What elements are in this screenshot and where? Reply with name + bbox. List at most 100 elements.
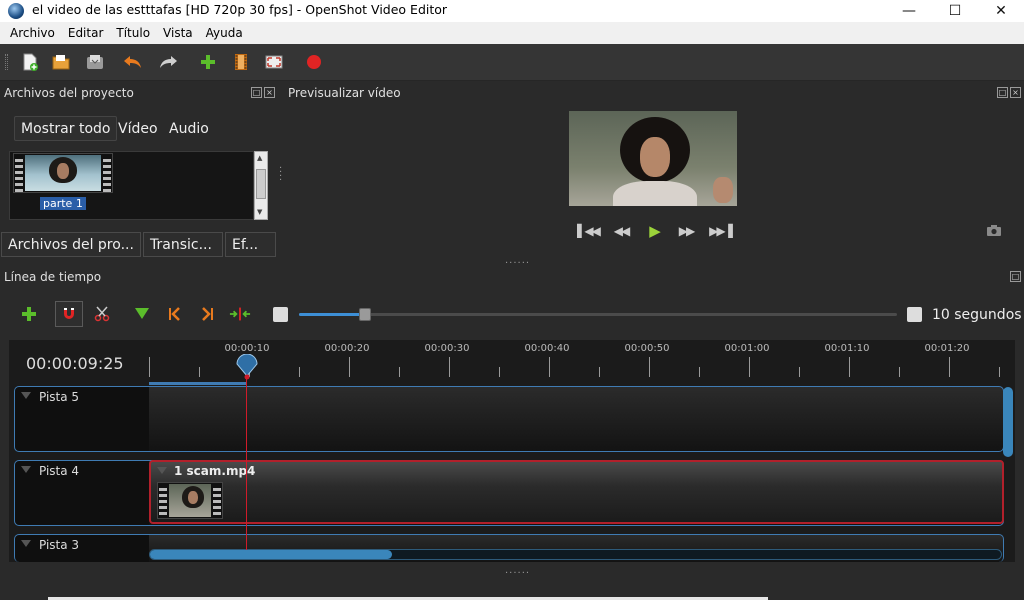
dock-close-icon[interactable]: × (264, 87, 275, 98)
menu-titulo[interactable]: Título (116, 26, 150, 40)
playhead-line (246, 378, 247, 550)
h-scroll-thumb[interactable] (150, 550, 392, 559)
filter-video[interactable]: Vídeo (112, 116, 164, 141)
clip-thumbnail (157, 482, 223, 519)
record-icon (307, 55, 321, 69)
ruler-label: 00:00:10 (224, 343, 270, 354)
fast-forward-button[interactable]: ▶▶ (676, 222, 696, 240)
open-folder-icon (52, 55, 70, 70)
previous-marker-icon (169, 307, 180, 321)
preview-float-icon[interactable]: □ (997, 87, 1008, 98)
toolbar-grip[interactable] (5, 54, 8, 70)
timeline-title: Línea de tiempo (4, 270, 102, 284)
rewind-button[interactable]: ◀◀ (611, 222, 631, 240)
ruler-tick (899, 367, 900, 377)
redo-button[interactable] (157, 51, 179, 73)
track-collapse-icon[interactable] (21, 466, 31, 473)
add-track-icon (22, 307, 36, 321)
timeline-float-icon[interactable]: □ (1010, 271, 1021, 282)
ruler-label: 00:01:00 (724, 343, 770, 354)
bottom-splitter-handle[interactable]: ······ (505, 568, 530, 579)
open-project-button[interactable] (50, 51, 72, 73)
new-project-button[interactable] (19, 51, 41, 73)
track-header[interactable]: Pista 3 (14, 534, 150, 562)
minimize-button[interactable]: — (886, 0, 932, 22)
timeline-clip[interactable]: 1 scam.mp4 (149, 460, 1004, 524)
snapshot-camera-icon[interactable] (986, 224, 1002, 236)
filter-show-all[interactable]: Mostrar todo (14, 116, 118, 141)
save-project-button[interactable] (84, 51, 106, 73)
ruler-tick (199, 367, 200, 377)
openshot-logo-icon (8, 3, 24, 19)
ruler-tick (849, 357, 850, 377)
jump-start-button[interactable]: ▌◀◀ (577, 222, 601, 240)
menu-archivo[interactable]: Archivo (10, 26, 55, 40)
menu-ayuda[interactable]: Ayuda (206, 26, 243, 40)
close-button[interactable]: ✕ (978, 0, 1024, 22)
tab-project-files[interactable]: Archivos del pro... (1, 232, 141, 257)
preview-title: Previsualizar vídeo (288, 86, 401, 100)
zoom-slider-track[interactable] (299, 313, 897, 316)
ruler-label: 00:01:20 (924, 343, 970, 354)
tab-transitions[interactable]: Transic... (143, 232, 223, 257)
ruler-tick (299, 367, 300, 377)
ruler-label: 00:01:10 (824, 343, 870, 354)
scroll-up-icon[interactable]: ▲ (257, 154, 262, 162)
file-thumbnail[interactable] (13, 153, 113, 193)
add-marker-button[interactable] (131, 303, 153, 325)
current-time: 00:00:09:25 (26, 354, 124, 373)
timeline-ruler[interactable]: 00:00:10 00:00:20 00:00:30 00:00:40 00:0… (149, 340, 1015, 385)
snap-toggle-button[interactable] (55, 301, 83, 327)
menu-vista[interactable]: Vista (163, 26, 193, 40)
center-playhead-button[interactable] (229, 303, 251, 325)
play-button[interactable]: ▶ (644, 222, 664, 240)
menu-editar[interactable]: Editar (68, 26, 104, 40)
dock-float-icon[interactable]: □ (251, 87, 262, 98)
ruler-tick (699, 367, 700, 377)
undo-button[interactable] (122, 51, 144, 73)
preview-close-icon[interactable]: × (1010, 87, 1021, 98)
track-body[interactable] (149, 386, 1004, 452)
zoom-in-icon[interactable] (907, 307, 922, 322)
splitter-handle-h[interactable]: ······ (505, 258, 530, 269)
file-list-scrollbar[interactable]: ▲ ▼ (254, 151, 268, 220)
fullscreen-button[interactable] (263, 51, 285, 73)
timeline-v-scroll-thumb[interactable] (1003, 387, 1013, 457)
zoom-slider-handle[interactable] (359, 308, 371, 321)
zoom-out-icon[interactable] (273, 307, 288, 322)
project-files-title: Archivos del proyecto (4, 86, 134, 100)
scroll-thumb[interactable] (256, 169, 266, 199)
ruler-tick (499, 367, 500, 377)
track-collapse-icon[interactable] (21, 392, 31, 399)
import-files-button[interactable] (197, 51, 219, 73)
track-collapse-icon[interactable] (21, 540, 31, 547)
timeline-h-scrollbar[interactable] (149, 549, 1002, 560)
ruler-label: 00:00:40 (524, 343, 570, 354)
ruler-tick (599, 367, 600, 377)
choose-profile-button[interactable] (230, 51, 252, 73)
splitter-handle[interactable]: · · · · (279, 164, 282, 186)
track-header[interactable]: Pista 5 (14, 386, 150, 452)
playhead-marker[interactable] (236, 353, 258, 380)
ruler-tick (149, 357, 150, 377)
export-video-button[interactable] (303, 51, 325, 73)
scroll-down-icon[interactable]: ▼ (257, 208, 262, 216)
undo-icon (124, 56, 141, 68)
maximize-button[interactable]: ☐ (932, 0, 978, 22)
add-track-button[interactable] (18, 303, 40, 325)
video-preview (569, 111, 737, 206)
next-marker-button[interactable] (197, 303, 219, 325)
razor-tool-button[interactable] (91, 303, 113, 325)
track-header[interactable]: Pista 4 (14, 460, 150, 526)
jump-end-button[interactable]: ▶▶▐ (709, 222, 733, 240)
main-toolbar (0, 44, 1024, 81)
tab-effects[interactable]: Ef... (225, 232, 276, 257)
clip-menu-icon[interactable] (157, 467, 167, 474)
filter-audio[interactable]: Audio (163, 116, 215, 141)
ruler-tick (949, 357, 950, 377)
magnet-icon (64, 308, 74, 319)
zoom-slider-fill (299, 313, 365, 316)
file-label[interactable]: parte 1 (40, 197, 86, 210)
previous-marker-button[interactable] (163, 303, 185, 325)
new-file-icon (23, 53, 38, 71)
